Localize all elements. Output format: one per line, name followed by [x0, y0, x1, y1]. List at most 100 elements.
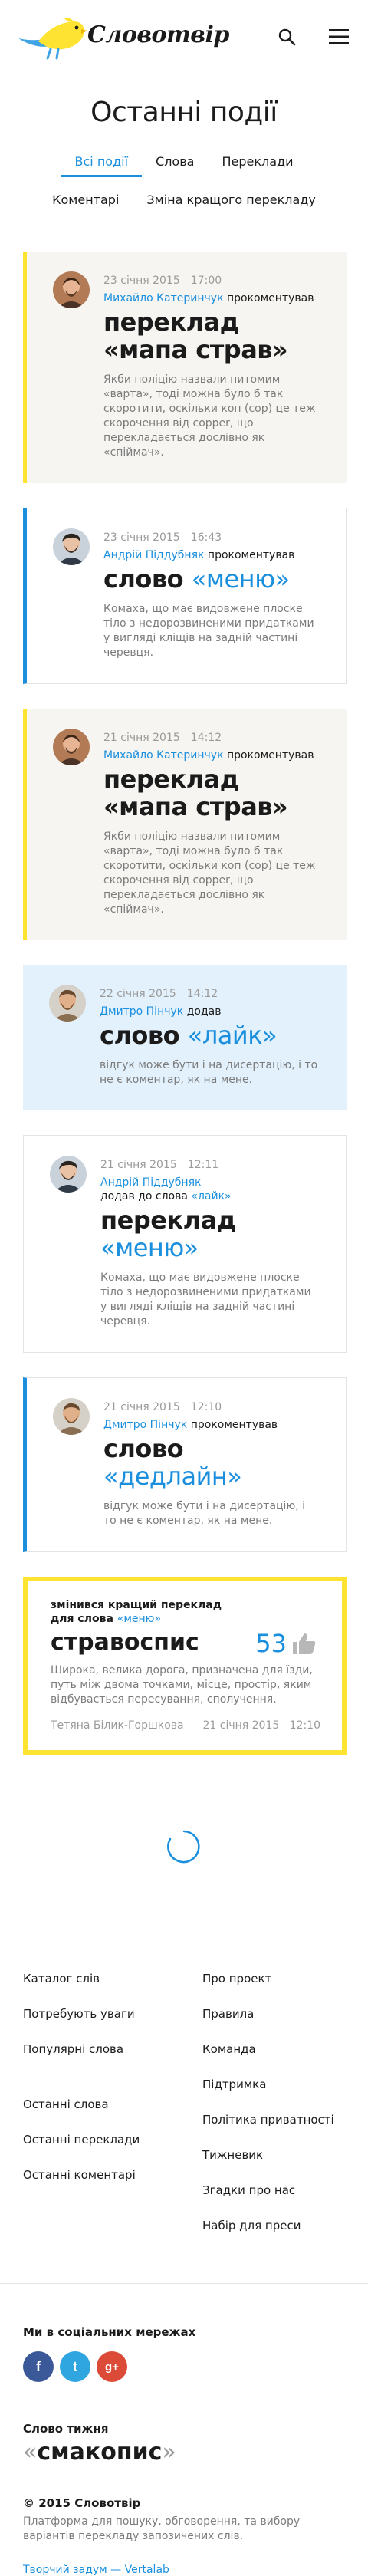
tab-all-events[interactable]: Всі події	[61, 154, 143, 177]
author-link[interactable]: Андрій Піддубняк	[100, 1176, 201, 1189]
event-verb: прокоментував	[227, 292, 314, 304]
event-time: 12:11	[187, 1159, 219, 1171]
site-footer: Каталог слів Потребують уваги Популярні …	[0, 1939, 368, 2576]
event-subject[interactable]: слово «меню»	[104, 565, 320, 593]
subject-kind: слово	[104, 564, 184, 594]
filter-tabs: Всі події Слова Переклади	[0, 154, 368, 177]
author-link[interactable]: Дмитро Пінчук	[104, 1419, 187, 1431]
search-button[interactable]	[273, 23, 301, 51]
footer-link-press-mentions[interactable]: Згадки про нас	[202, 2182, 345, 2217]
subject-word: «мапа страв»	[104, 792, 288, 821]
site-description: Платформа для пошуку, обговорення, та ви…	[23, 2515, 301, 2542]
loading-spinner	[0, 1785, 368, 1908]
menu-button[interactable]	[325, 23, 353, 51]
site-header: Словотвір	[0, 0, 368, 74]
author-link[interactable]: Михайло Катеринчук	[104, 292, 224, 304]
event-action: Дмитро Пінчук прокоментував	[104, 1418, 320, 1432]
word-link[interactable]: «меню»	[117, 1613, 161, 1625]
event-feed: 23 січня 2015 17:00 Михайло Катеринчук пр…	[0, 252, 368, 1755]
event-meta: 23 січня 2015 17:00	[104, 275, 320, 287]
event-card[interactable]: 21 січня 2015 14:12 Михайло Катеринчук пр…	[23, 709, 347, 940]
footer-link-recent-comments[interactable]: Останні коментарі	[23, 2166, 184, 2202]
subject-word: «дедлайн»	[104, 1462, 242, 1491]
event-date: 21 січня 2015	[104, 732, 180, 744]
social-section: Ми в соціальних мережах f t g+	[0, 2284, 368, 2382]
subject-word: «меню»	[100, 1233, 199, 1262]
event-card[interactable]: 23 січня 2015 16:43 Андрій Піддубняк прок…	[23, 508, 347, 684]
best-heading-line1: змінився кращий переклад	[51, 1599, 222, 1611]
event-text: Комаха, що має видовжене плоске тіло з н…	[100, 1272, 311, 1327]
footer-link-recent-translations[interactable]: Останні переклади	[23, 2131, 184, 2166]
event-card[interactable]: 23 січня 2015 17:00 Михайло Катеринчук пр…	[23, 252, 347, 483]
tab-words[interactable]: Слова	[142, 154, 208, 177]
event-subject[interactable]: переклад «мапа страв»	[104, 765, 320, 821]
event-subject[interactable]: слово «дедлайн»	[104, 1435, 320, 1490]
bird-logo-icon[interactable]	[17, 15, 87, 63]
author-link[interactable]: Дмитро Пінчук	[100, 1005, 183, 1018]
credit-link[interactable]: Творчий задум — Vertalab	[23, 2564, 169, 2576]
footer-link-need-attention[interactable]: Потребують уваги	[23, 2005, 184, 2041]
avatar[interactable]	[50, 1156, 87, 1193]
tab-comments[interactable]: Коментарі	[38, 192, 133, 215]
footer-link-popular-words[interactable]: Популярні слова	[23, 2041, 184, 2076]
footer-link-privacy[interactable]: Політика приватності	[202, 2111, 345, 2147]
footer-link-support[interactable]: Підтримка	[202, 2076, 345, 2111]
event-text: Якби поліцію назвали питомим «варта», то…	[104, 831, 316, 916]
footer-link-team[interactable]: Команда	[202, 2041, 345, 2076]
subject-word: «лайк»	[187, 1021, 278, 1050]
author-link[interactable]: Андрій Піддубняк	[104, 549, 204, 561]
footer-link-word-catalog[interactable]: Каталог слів	[23, 1970, 184, 2005]
event-action: Михайло Катеринчук прокоментував	[104, 291, 320, 305]
best-datetime: 21 січня 2015 12:10	[203, 1719, 321, 1732]
event-verb: додав до слова	[100, 1190, 188, 1202]
event-date: 21 січня 2015	[104, 1401, 180, 1413]
footer-link-rules[interactable]: Правила	[202, 2005, 345, 2041]
event-verb: прокоментував	[207, 549, 295, 561]
event-verb: прокоментував	[227, 749, 314, 762]
event-action: Дмитро Пінчук додав	[100, 1005, 320, 1018]
event-date: 22 січня 2015	[100, 988, 176, 1000]
event-subject[interactable]: слово «лайк»	[100, 1022, 320, 1049]
event-subject[interactable]: переклад «мапа страв»	[104, 308, 320, 364]
event-text: Якби поліцію назвали питомим «варта», то…	[104, 373, 316, 459]
logo-text[interactable]: Словотвір	[87, 21, 229, 48]
avatar[interactable]	[53, 1398, 90, 1435]
avatar[interactable]	[53, 271, 90, 308]
thumbs-up-icon[interactable]	[291, 1632, 316, 1655]
footer-col-right: Про проект Правила Команда Підтримка Пол…	[184, 1970, 345, 2252]
subject-kind: переклад	[104, 765, 240, 794]
best-translation-card[interactable]: змінився кращий переклад для слова «меню…	[23, 1577, 347, 1755]
avatar[interactable]	[53, 528, 90, 565]
avatar[interactable]	[53, 729, 90, 765]
subject-word: «меню»	[191, 564, 290, 594]
event-time: 12:10	[190, 1401, 222, 1413]
word-link[interactable]: «лайк»	[191, 1190, 231, 1202]
best-author[interactable]: Тетяна Білик-Горшкова	[51, 1719, 184, 1732]
word-of-week-link[interactable]: «смакопис»	[23, 2439, 345, 2466]
author-link[interactable]: Михайло Катеринчук	[104, 749, 224, 762]
footer-link-recent-words[interactable]: Останні слова	[23, 2096, 184, 2131]
event-card[interactable]: 21 січня 2015 12:11 Андрій Піддубняк додав…	[23, 1135, 347, 1353]
best-heading-line2: для слова	[51, 1613, 113, 1625]
facebook-icon[interactable]: f	[23, 2351, 54, 2382]
twitter-icon[interactable]: t	[60, 2351, 90, 2382]
footer-link-weekly[interactable]: Тижневик	[202, 2147, 345, 2182]
best-translation-heading: змінився кращий переклад для слова «меню…	[51, 1598, 320, 1626]
best-time: 12:10	[289, 1719, 320, 1732]
event-time: 16:43	[190, 531, 222, 544]
copyright-section: © 2015 Словотвір Платформа для пошуку, о…	[0, 2466, 368, 2576]
avatar[interactable]	[49, 985, 86, 1022]
event-action: Михайло Катеринчук прокоментував	[104, 748, 320, 762]
tab-translations[interactable]: Переклади	[208, 154, 307, 177]
word-of-the-week: Слово тижня «смакопис»	[0, 2382, 368, 2466]
footer-link-press-kit[interactable]: Набір для преси	[202, 2217, 345, 2252]
tab-best-translation-change[interactable]: Зміна кращого перекладу	[133, 192, 329, 215]
footer-link-about[interactable]: Про проект	[202, 1970, 345, 2005]
word-of-week-word: смакопис	[37, 2439, 163, 2466]
event-card[interactable]: 21 січня 2015 12:10 Дмитро Пінчук прокоме…	[23, 1377, 347, 1552]
event-subject[interactable]: переклад «меню»	[100, 1206, 320, 1262]
social-title: Ми в соціальних мережах	[23, 2325, 196, 2339]
event-date: 23 січня 2015	[104, 275, 180, 287]
event-card[interactable]: 22 січня 2015 14:12 Дмитро Пінчук додав с…	[23, 965, 347, 1110]
google-plus-icon[interactable]: g+	[97, 2351, 127, 2382]
